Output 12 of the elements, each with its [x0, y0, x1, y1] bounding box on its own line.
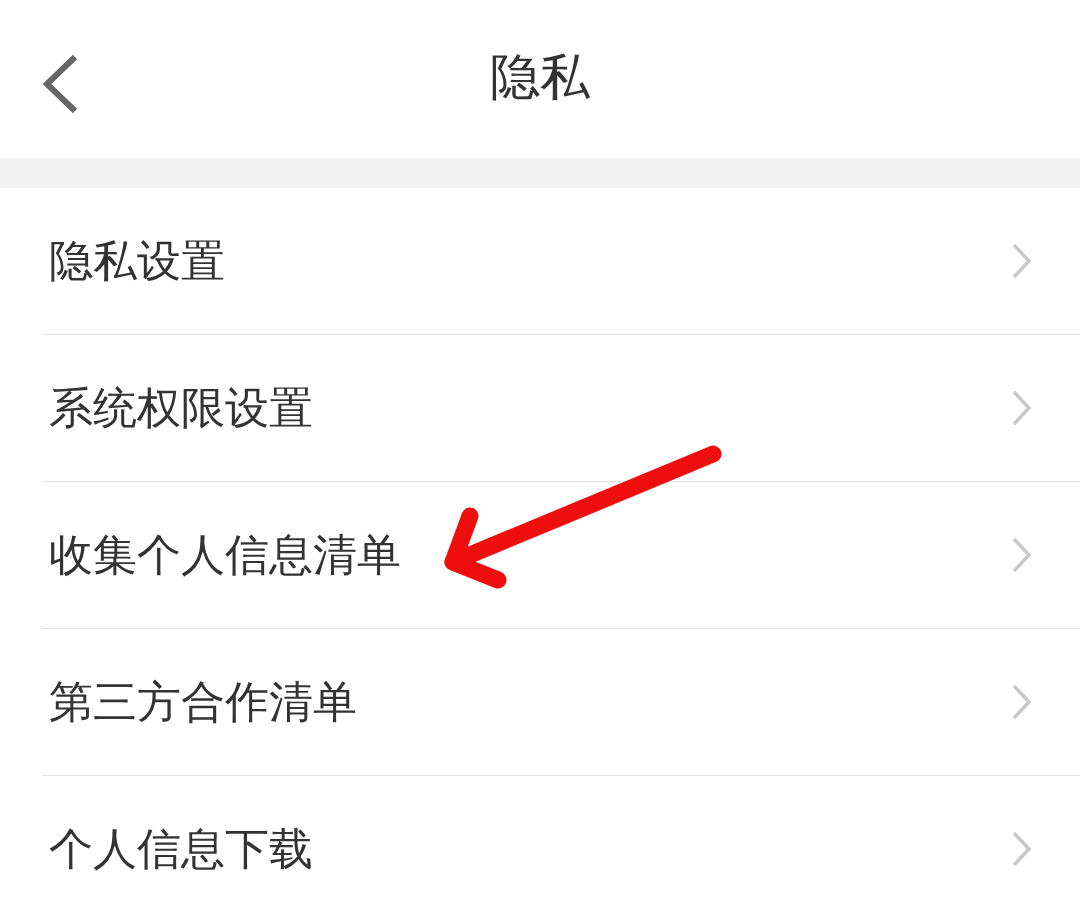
chevron-right-icon: [1012, 537, 1032, 573]
chevron-left-icon: [41, 54, 79, 114]
menu-item[interactable]: 系统权限设置: [0, 335, 1080, 481]
chevron-right-icon: [1012, 684, 1032, 720]
menu-item[interactable]: 收集个人信息清单: [0, 482, 1080, 628]
chevron-right-icon: [1012, 831, 1032, 867]
menu-item[interactable]: 第三方合作清单: [0, 629, 1080, 775]
page-title: 隐私: [490, 52, 590, 102]
chevron-right-icon: [1012, 243, 1032, 279]
menu-item[interactable]: 隐私设置: [0, 188, 1080, 334]
menu-item[interactable]: 个人信息下载: [0, 776, 1080, 915]
chevron-right-icon: [1012, 390, 1032, 426]
